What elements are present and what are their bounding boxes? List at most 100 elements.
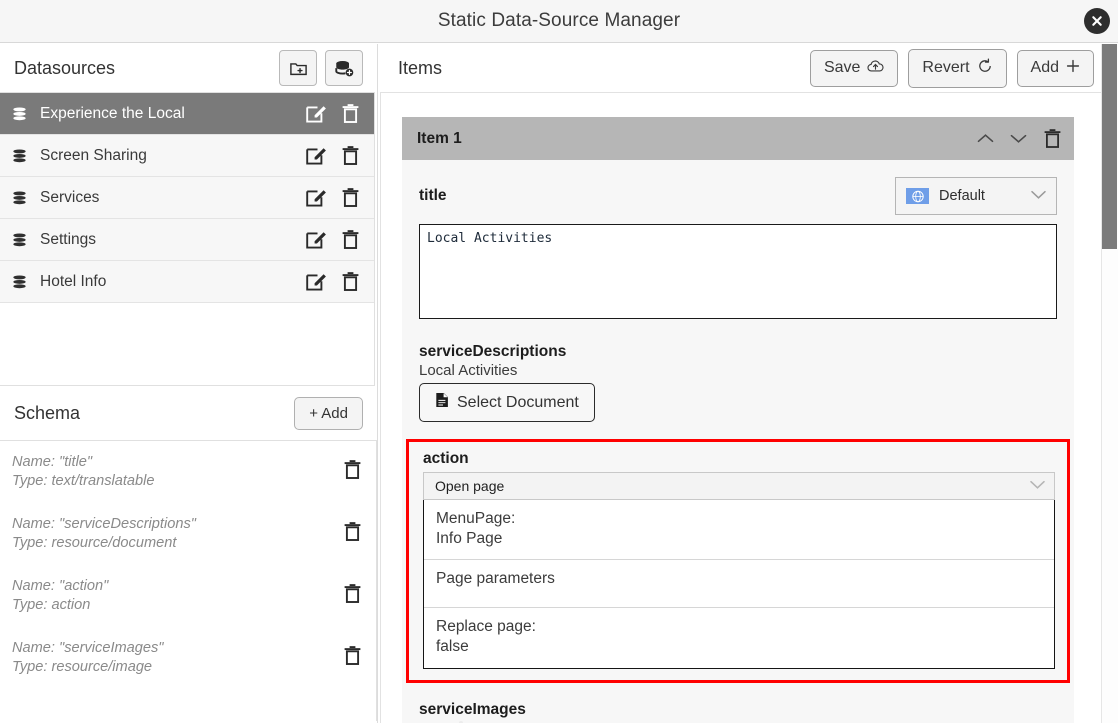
chevron-down-icon[interactable] <box>1010 133 1027 144</box>
folder-plus-icon[interactable] <box>279 50 317 86</box>
action-property-row[interactable]: MenuPage: Info Page <box>424 500 1054 559</box>
datasource-name: Screen Sharing <box>40 146 147 164</box>
schema-field-name: Name: "serviceImages" <box>12 640 164 657</box>
trash-icon[interactable] <box>333 645 362 671</box>
items-panel: Item 1 title Default Local Activities se… <box>380 92 1118 723</box>
datasource-row[interactable]: Screen Sharing <box>0 135 374 177</box>
trash-icon[interactable] <box>333 521 362 547</box>
action-property-label: Replace page: <box>436 618 536 636</box>
trash-icon[interactable] <box>341 187 360 208</box>
schema-field-row[interactable]: Name: "title" Type: text/translatable <box>0 441 376 503</box>
trash-icon[interactable] <box>341 103 360 124</box>
schema-header: Schema + Add <box>0 386 377 440</box>
database-icon <box>12 148 32 163</box>
schema-field-name: Name: "serviceDescriptions" <box>12 516 196 533</box>
service-images-label: serviceImages <box>419 700 526 718</box>
schema-field-type: Type: action <box>12 597 91 613</box>
schema-title: Schema <box>14 402 81 423</box>
datasource-row[interactable]: Services <box>0 177 374 219</box>
schema-field-text: Name: "action" Type: action <box>12 577 333 614</box>
action-property-value: false <box>436 638 469 656</box>
plus-icon <box>1066 59 1080 78</box>
cloud-upload-icon <box>867 59 884 78</box>
item-title: Item 1 <box>417 129 462 147</box>
datasources-header: Datasources <box>0 44 377 92</box>
save-button-label: Save <box>823 59 861 76</box>
document-icon <box>435 392 449 413</box>
datasource-row[interactable]: Settings <box>0 219 374 261</box>
refresh-icon <box>977 58 993 79</box>
title-input[interactable] <box>419 224 1057 319</box>
edit-icon[interactable] <box>305 187 327 208</box>
sidebar: Datasources Experience the Local Screen … <box>0 44 378 723</box>
datasource-list[interactable]: Experience the Local Screen Sharing Serv… <box>0 92 375 386</box>
action-property-label: MenuPage: <box>436 510 516 527</box>
database-icon <box>12 106 32 121</box>
close-icon[interactable] <box>1084 8 1110 34</box>
edit-icon[interactable] <box>305 271 327 292</box>
main-panel: Items Save Revert Add Item 1 title Defau… <box>379 44 1118 723</box>
schema-field-type: Type: text/translatable <box>12 473 155 489</box>
action-field-highlight: action Open page MenuPage: Info Page Pag… <box>406 439 1070 683</box>
language-select[interactable]: Default <box>895 177 1057 215</box>
schema-field-type: Type: resource/document <box>12 535 177 551</box>
schema-field-row[interactable]: Name: "action" Type: action <box>0 565 376 627</box>
trash-icon[interactable] <box>333 459 362 485</box>
database-icon <box>12 190 32 205</box>
action-property-row[interactable]: Page parameters <box>424 559 1054 607</box>
trash-icon[interactable] <box>341 271 360 292</box>
datasources-title: Datasources <box>14 57 116 78</box>
window-scrollbar-track[interactable] <box>1101 44 1118 723</box>
window-scrollbar-thumb[interactable] <box>1102 44 1117 249</box>
item-card: Item 1 title Default Local Activities se… <box>402 117 1074 723</box>
schema-field-text: Name: "serviceDescriptions" Type: resour… <box>12 515 333 552</box>
edit-icon[interactable] <box>305 103 327 124</box>
image-placeholder-icon <box>430 719 492 723</box>
schema-add-button[interactable]: + Add <box>294 396 363 430</box>
schema-field-name: Name: "title" <box>12 454 93 471</box>
datasource-name: Experience the Local <box>40 104 185 122</box>
service-images-field: serviceImages <box>419 701 1057 723</box>
datasource-row[interactable]: Hotel Info <box>0 261 374 303</box>
item-card-header: Item 1 <box>402 117 1074 160</box>
schema-field-text: Name: "serviceImages" Type: resource/ima… <box>12 639 333 676</box>
add-item-button[interactable]: Add <box>1016 49 1094 87</box>
revert-button[interactable]: Revert <box>908 48 1007 88</box>
service-descriptions-label: serviceDescriptions <box>419 343 567 360</box>
save-button[interactable]: Save <box>809 49 899 87</box>
edit-icon[interactable] <box>305 229 327 250</box>
action-property-row[interactable]: Replace page: false <box>424 607 1054 667</box>
chevron-down-icon <box>1030 187 1047 205</box>
datasource-row[interactable]: Experience the Local <box>0 93 374 135</box>
action-property-value: Info Page <box>436 530 503 548</box>
chevron-down-icon <box>1029 477 1046 495</box>
datasource-name: Services <box>40 188 100 206</box>
schema-field-text: Name: "title" Type: text/translatable <box>12 453 333 490</box>
schema-field-row[interactable]: Name: "serviceImages" Type: resource/ima… <box>0 627 376 689</box>
schema-field-row[interactable]: Name: "serviceDescriptions" Type: resour… <box>0 503 376 565</box>
title-field-label: title <box>419 187 447 204</box>
static-data-source-manager-window: Static Data-Source Manager Datasources E… <box>0 0 1118 723</box>
trash-icon[interactable] <box>333 583 362 609</box>
schema-field-list[interactable]: Name: "title" Type: text/translatable Na… <box>0 440 377 721</box>
trash-icon[interactable] <box>341 145 360 166</box>
database-icon <box>12 232 32 247</box>
language-name: Default <box>939 188 985 204</box>
database-plus-icon[interactable] <box>325 50 363 86</box>
action-properties: MenuPage: Info Page Page parameters Repl… <box>423 500 1055 669</box>
action-type-select[interactable]: Open page <box>423 472 1055 500</box>
database-icon <box>12 274 32 289</box>
add-button-label: Add <box>1030 59 1059 76</box>
edit-icon[interactable] <box>305 145 327 166</box>
service-descriptions-value: Local Activities <box>419 362 518 379</box>
trash-icon[interactable] <box>341 229 360 250</box>
action-label: action <box>423 450 469 467</box>
select-document-button[interactable]: Select Document <box>419 383 595 422</box>
service-descriptions-field: serviceDescriptions Local Activities Sel <box>419 343 1057 422</box>
items-title: Items <box>398 57 443 78</box>
chevron-up-icon[interactable] <box>977 133 994 144</box>
window-title: Static Data-Source Manager <box>437 10 681 31</box>
trash-icon[interactable] <box>1043 128 1062 149</box>
window-titlebar: Static Data-Source Manager <box>0 0 1118 43</box>
items-header: Items Save Revert Add <box>379 44 1118 92</box>
